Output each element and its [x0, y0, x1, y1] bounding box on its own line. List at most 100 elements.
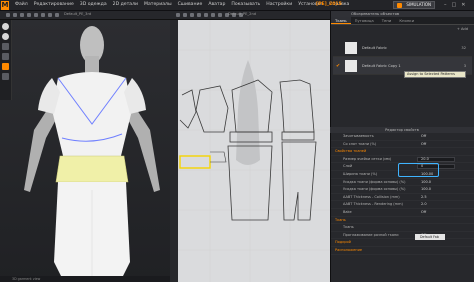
property-value[interactable]: 2.0 [421, 201, 427, 208]
property-row[interactable]: Bake Off [331, 209, 474, 217]
camera-reset-icon[interactable] [2, 73, 9, 80]
property-section[interactable]: Расположение [331, 247, 474, 255]
menu-display[interactable]: Показывать [231, 2, 260, 8]
property-label: Слой [343, 164, 353, 169]
rectangle-icon[interactable] [204, 13, 208, 17]
fabric-select-dropdown[interactable]: Default Fab [415, 234, 445, 240]
section-label: Свойства тканей [335, 149, 367, 154]
menu-bar: M Файл Редактирование 3D одежда 2D детал… [0, 0, 474, 11]
property-section[interactable]: Свойства тканей [331, 148, 474, 156]
view-3d-title: Default_PE_3rd [64, 12, 92, 16]
measure-tool-icon[interactable] [41, 13, 45, 17]
property-row[interactable]: Зачитываемость Off [331, 133, 474, 141]
fabric-count: 3 [463, 64, 466, 68]
texture-toggle-icon[interactable] [2, 43, 9, 50]
simulation-label: SIMULATION [406, 2, 431, 7]
avatar-toggle-icon[interactable] [2, 33, 9, 40]
property-label: Проглаживание разной ткани [343, 232, 399, 237]
menu-materials[interactable]: Материалы [144, 2, 172, 8]
tack-tool-icon[interactable] [20, 13, 24, 17]
wireframe-icon[interactable] [2, 53, 9, 60]
object-browser-tabs: Ткань Пуговица Тени Кнопки [331, 17, 474, 25]
fabric-list-item[interactable]: Default Fabric 32 [333, 39, 472, 57]
avatar-3d-figure [24, 26, 160, 282]
view-2d-left-strip [170, 20, 178, 282]
check-icon: ✔ [336, 63, 341, 69]
property-row[interactable]: AABT Thickness - Rendering (mm) 2.0 [331, 201, 474, 209]
property-editor: Зачитываемость Off Со слот ткани (%) Off С… [331, 133, 474, 255]
property-section[interactable]: Подкрой [331, 239, 474, 247]
texture-tool-icon[interactable] [48, 13, 52, 17]
pattern-select-icon[interactable] [176, 13, 180, 17]
simulation-button[interactable]: SIMULATION [393, 1, 435, 9]
property-row[interactable]: AABT Thickness - Collision (mm) 2.5 [331, 194, 474, 202]
section-label: Подкрой [335, 240, 351, 245]
fold-tool-icon[interactable] [34, 13, 38, 17]
dart-icon[interactable] [218, 13, 222, 17]
property-section[interactable]: Ткань [331, 217, 474, 225]
avatar-icon[interactable] [2, 63, 9, 70]
transform-icon[interactable] [183, 13, 187, 17]
app-logo: M [1, 1, 9, 10]
simulation-icon [397, 3, 402, 8]
pin-tool-icon[interactable] [27, 13, 31, 17]
polygon-icon[interactable] [197, 13, 201, 17]
circle-icon[interactable] [211, 13, 215, 17]
project-name: [PE]_2015 [316, 2, 342, 7]
menu-file[interactable]: Файл [15, 2, 28, 8]
fabric-name: Default Fabric Copy 1 [362, 64, 401, 68]
property-value[interactable]: Off [421, 141, 426, 148]
fabric-name: Default Fabric [362, 46, 387, 50]
status-bar: 3D garment view [0, 276, 170, 282]
close-button[interactable]: ✕ [461, 2, 465, 8]
maximize-button[interactable]: □ [452, 2, 457, 8]
view-3d[interactable] [0, 20, 170, 282]
menu-settings[interactable]: Настройки [266, 2, 292, 8]
property-label: Ткань [343, 225, 354, 230]
toolbar-3d: Default_PE_3rd [0, 11, 170, 20]
pattern-canvas [178, 20, 330, 282]
property-label: AABT Thickness - Collision (mm) [343, 194, 400, 199]
property-value[interactable]: 20.0 [421, 156, 429, 163]
property-value[interactable]: 100.0 [421, 179, 431, 186]
property-label: AABT Thickness - Rendering (mm) [343, 202, 403, 207]
tab-buttonhole[interactable]: Кнопки [395, 17, 418, 24]
property-row[interactable]: Ткань [331, 224, 474, 232]
tab-fabric[interactable]: Ткань [331, 17, 351, 24]
property-value[interactable]: Off [421, 209, 426, 216]
tab-button[interactable]: Пуговица [351, 17, 378, 24]
menu-avatar[interactable]: Аватар [208, 2, 225, 8]
property-row[interactable]: Со слот ткани (%) Off [331, 141, 474, 149]
minimize-button[interactable]: – [444, 2, 447, 8]
display-mode-icon[interactable] [2, 23, 9, 30]
menu-3d-garment[interactable]: 3D одежда [80, 2, 107, 8]
main-menu: Файл Редактирование 3D одежда 2D детали … [15, 2, 349, 8]
toolbar-2d: Default_PE_2nd [170, 11, 330, 20]
view-3d-side-tools [0, 20, 12, 100]
move-tool-icon[interactable] [13, 13, 17, 17]
section-label: Ткань [335, 217, 346, 222]
menu-sewing[interactable]: Сшивание [178, 2, 203, 8]
property-value[interactable]: 100.0 [421, 186, 431, 193]
view-2d-title: Default_PE_2nd [228, 12, 257, 16]
fabric-count: 32 [461, 46, 466, 50]
layer-field-highlight [398, 163, 439, 177]
toolbar-3d-icons [6, 13, 59, 17]
property-row[interactable]: Усадка ткани (форма основы) (%) 100.0 [331, 179, 474, 187]
add-fabric-button[interactable]: + Add [457, 27, 468, 31]
view-2d[interactable] [170, 20, 330, 282]
edit-point-icon[interactable] [190, 13, 194, 17]
property-row[interactable]: Проглаживание разной тканиOff [331, 232, 474, 240]
tab-shadow[interactable]: Тени [378, 17, 396, 24]
menu-edit[interactable]: Редактирование [34, 2, 74, 8]
camera-tool-icon[interactable] [55, 13, 59, 17]
section-label: Расположение [335, 247, 363, 252]
property-value[interactable]: Off [421, 133, 426, 140]
property-value[interactable]: 2.5 [421, 194, 427, 201]
select-tool-icon[interactable] [6, 13, 10, 17]
fabric-swatch [345, 60, 357, 72]
property-row[interactable]: Усадка ткани (форма основы) (%) 100.0 [331, 186, 474, 194]
window-controls: – □ ✕ [444, 2, 465, 8]
menu-2d-pattern[interactable]: 2D детали [113, 2, 138, 8]
